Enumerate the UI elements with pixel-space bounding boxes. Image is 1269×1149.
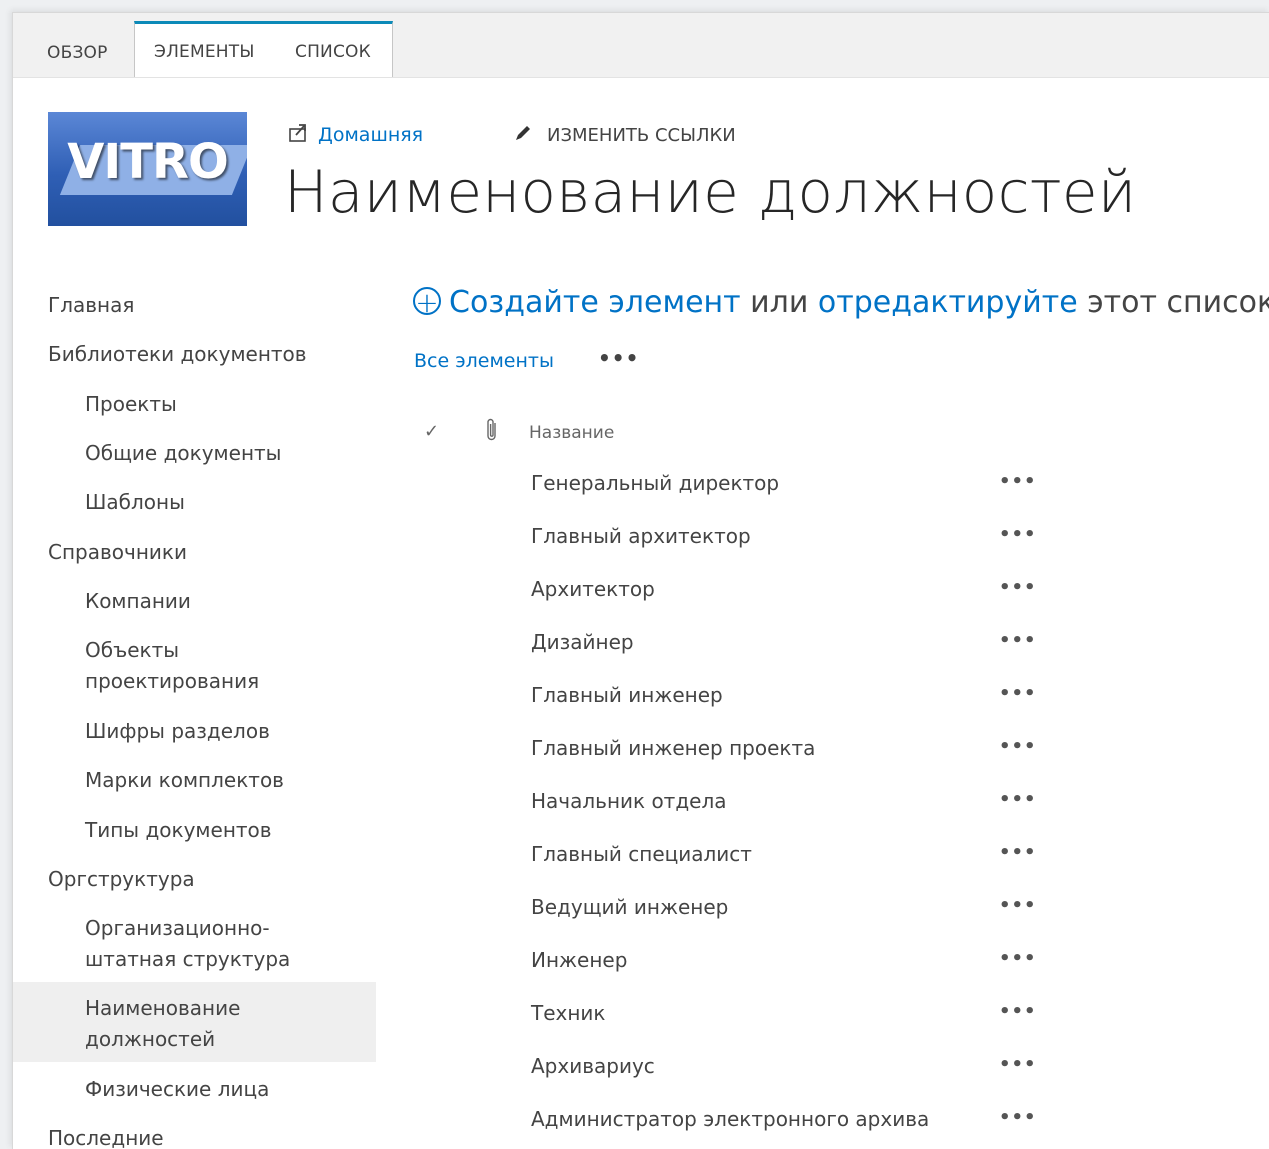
edit-links-button[interactable]: ИЗМЕНИТЬ ССЫЛКИ xyxy=(513,123,736,148)
select-all-check-icon[interactable]: ✓ xyxy=(424,421,439,442)
table-row[interactable]: Дизайнер ••• xyxy=(529,630,1229,683)
nav-item-design-objects-line1: Объекты xyxy=(85,638,180,662)
table-row[interactable]: Начальник отдела ••• xyxy=(529,789,1229,842)
table-row[interactable]: Главный инженер ••• xyxy=(529,683,1229,736)
nav-item-design-objects-line2: проектирования xyxy=(85,669,260,693)
row-more-ellipsis[interactable]: ••• xyxy=(999,1054,1037,1075)
nav-item-set-marks[interactable]: Марки комплектов xyxy=(85,765,284,796)
nav-item-job-titles[interactable]: Наименование должностей xyxy=(85,993,240,1055)
row-title-link[interactable]: Генеральный директор xyxy=(531,471,779,495)
views-more-ellipsis[interactable]: ••• xyxy=(598,346,639,370)
row-more-ellipsis[interactable]: ••• xyxy=(999,577,1037,598)
row-title-link[interactable]: Архитектор xyxy=(531,577,655,601)
nav-item-templates[interactable]: Шаблоны xyxy=(85,487,185,518)
table-row[interactable]: Инженер ••• xyxy=(529,948,1229,1001)
pencil-icon xyxy=(513,123,533,148)
table-row[interactable]: Архитектор ••• xyxy=(529,577,1229,630)
this-list-text: этот список xyxy=(1077,285,1269,320)
table-row[interactable]: Главный архитектор ••• xyxy=(529,524,1229,577)
column-header-title[interactable]: Название xyxy=(529,423,614,443)
row-more-ellipsis[interactable]: ••• xyxy=(999,842,1037,863)
nav-item-job-titles-line1: Наименование xyxy=(85,996,241,1020)
nav-item-directories[interactable]: Справочники xyxy=(48,537,187,568)
row-title-link[interactable]: Главный инженер xyxy=(531,683,723,707)
table-row[interactable]: Техник ••• xyxy=(529,1001,1229,1054)
row-more-ellipsis[interactable]: ••• xyxy=(999,683,1037,704)
nav-item-persons[interactable]: Физические лица xyxy=(85,1074,269,1105)
row-more-ellipsis[interactable]: ••• xyxy=(999,948,1037,969)
nav-item-staff-structure-line2: штатная структура xyxy=(85,947,291,971)
home-link-label: Домашняя xyxy=(318,124,424,146)
nav-item-recent[interactable]: Последние xyxy=(48,1123,164,1149)
add-circle-icon[interactable]: + xyxy=(413,287,441,317)
row-title-link[interactable]: Главный специалист xyxy=(531,842,752,866)
table-row[interactable]: Главный специалист ••• xyxy=(529,842,1229,895)
nav-item-staff-structure[interactable]: Организационно- штатная структура xyxy=(85,913,290,975)
row-title-link[interactable]: Инженер xyxy=(531,948,627,972)
nav-item-section-codes[interactable]: Шифры разделов xyxy=(85,716,270,747)
table-row[interactable]: Администратор электронного архива ••• xyxy=(529,1107,1229,1149)
row-title-link[interactable]: Начальник отдела xyxy=(531,789,727,813)
sharepoint-window: ОБЗОР ЭЛЕМЕНТЫ СПИСОК VITRO Домашняя ИЗМ… xyxy=(12,12,1269,1149)
nav-item-companies[interactable]: Компании xyxy=(85,586,191,617)
row-more-ellipsis[interactable]: ••• xyxy=(999,895,1037,916)
row-more-ellipsis[interactable]: ••• xyxy=(999,789,1037,810)
row-more-ellipsis[interactable]: ••• xyxy=(999,736,1037,757)
new-item-line: + Создайте элемент или отредактируйте это… xyxy=(413,285,1269,320)
row-more-ellipsis[interactable]: ••• xyxy=(999,471,1037,492)
table-row[interactable]: Ведущий инженер ••• xyxy=(529,895,1229,948)
tab-overview[interactable]: ОБЗОР xyxy=(47,13,108,77)
logo-text: VITRO xyxy=(67,134,229,190)
home-link[interactable]: Домашняя xyxy=(288,121,423,148)
nav-item-doc-types[interactable]: Типы документов xyxy=(85,815,272,846)
row-more-ellipsis[interactable]: ••• xyxy=(999,1001,1037,1022)
nav-item-job-titles-line2: должностей xyxy=(85,1027,216,1051)
row-title-link[interactable]: Главный инженер проекта xyxy=(531,736,815,760)
edit-links-label: ИЗМЕНИТЬ ССЫЛКИ xyxy=(547,125,736,146)
table-row[interactable]: Генеральный директор ••• xyxy=(529,471,1229,524)
row-title-link[interactable]: Главный архитектор xyxy=(531,524,751,548)
attachment-icon[interactable] xyxy=(485,417,499,448)
row-title-link[interactable]: Техник xyxy=(531,1001,606,1025)
row-more-ellipsis[interactable]: ••• xyxy=(999,630,1037,651)
or-text: или xyxy=(740,285,818,320)
nav-item-projects[interactable]: Проекты xyxy=(85,389,177,420)
tab-list[interactable]: СПИСОК xyxy=(295,24,371,77)
edit-list-link[interactable]: отредактируйте xyxy=(818,285,1078,320)
nav-item-org-structure[interactable]: Оргструктура xyxy=(48,864,195,895)
ribbon: ОБЗОР ЭЛЕМЕНТЫ СПИСОК xyxy=(13,13,1269,78)
nav-item-staff-structure-line1: Организационно- xyxy=(85,916,270,940)
table-row[interactable]: Главный инженер проекта ••• xyxy=(529,736,1229,789)
page-title: Наименование должностей xyxy=(284,158,1137,226)
tab-items[interactable]: ЭЛЕМЕНТЫ xyxy=(154,24,255,77)
view-all-items[interactable]: Все элементы xyxy=(414,350,554,372)
site-logo[interactable]: VITRO xyxy=(48,112,247,226)
share-arrow-icon xyxy=(288,121,310,148)
create-item-link[interactable]: Создайте элемент xyxy=(449,285,741,320)
nav-item-doc-libraries[interactable]: Библиотеки документов xyxy=(48,339,307,370)
row-more-ellipsis[interactable]: ••• xyxy=(999,524,1037,545)
list-tools-tab-group: ЭЛЕМЕНТЫ СПИСОК xyxy=(134,21,393,77)
row-title-link[interactable]: Администратор электронного архива xyxy=(531,1107,929,1131)
nav-item-shared-docs[interactable]: Общие документы xyxy=(85,438,281,469)
nav-item-design-objects[interactable]: Объекты проектирования xyxy=(85,635,259,697)
row-title-link[interactable]: Дизайнер xyxy=(531,630,634,654)
row-title-link[interactable]: Ведущий инженер xyxy=(531,895,728,919)
row-more-ellipsis[interactable]: ••• xyxy=(999,1107,1037,1128)
nav-item-home[interactable]: Главная xyxy=(48,290,134,321)
row-title-link[interactable]: Архивариус xyxy=(531,1054,655,1078)
table-row[interactable]: Архивариус ••• xyxy=(529,1054,1229,1107)
